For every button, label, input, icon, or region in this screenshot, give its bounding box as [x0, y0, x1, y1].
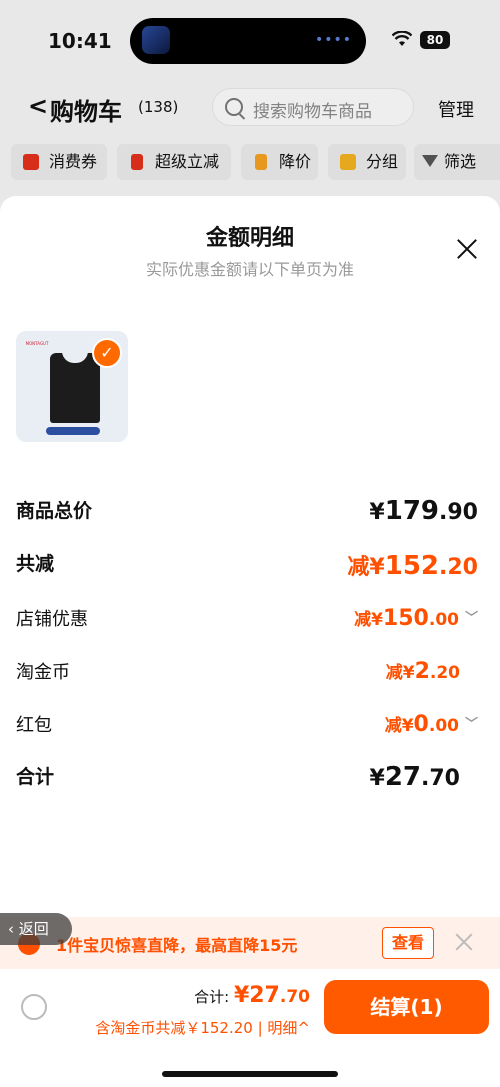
promo-view-button[interactable]: 查看	[382, 927, 434, 959]
row-total-reduce: 共减 减¥152.20	[16, 549, 478, 581]
back-button[interactable]: ‹ 返回	[0, 913, 72, 945]
close-icon[interactable]	[456, 238, 478, 260]
promo-text: 1件宝贝惊喜直降，最高直降15元	[56, 936, 298, 955]
product-tag	[46, 427, 100, 435]
row-red-packet[interactable]: 红包 减¥0.00 ﹀	[16, 711, 478, 743]
chevron-down-icon: ﹀	[464, 717, 478, 732]
checkout-bar: 合计: ¥27.70 含淘金币共减￥152.20 | 明细^ 结算(1)	[0, 969, 500, 1087]
brand-logo: MONTAGUT	[25, 341, 49, 346]
row-sum: 合计 ¥27.70	[16, 762, 478, 794]
row-goods-total: 商品总价 ¥179.90	[16, 496, 478, 528]
total-amount: ¥27.70	[233, 983, 310, 1008]
chevron-up-icon: ^	[297, 1019, 310, 1037]
total-line: 合计: ¥27.70	[194, 983, 310, 1008]
row-label: 共减	[16, 553, 55, 575]
promo-close-icon[interactable]	[455, 933, 473, 951]
row-taojinbi: 淘金币 减¥2.20	[16, 658, 478, 690]
row-value: ¥27.70	[369, 762, 460, 792]
sheet-subtitle: 实际优惠金额请以下单页为准	[145, 260, 354, 279]
total-label: 合计:	[194, 988, 230, 1006]
row-label: 合计	[16, 766, 55, 788]
checkout-button[interactable]: 结算(1)	[324, 980, 489, 1034]
select-all-radio[interactable]	[21, 994, 47, 1020]
row-shop-discount[interactable]: 店铺优惠 减¥150.00 ﹀	[16, 605, 478, 637]
discount-detail-link[interactable]: 含淘金币共减￥152.20 | 明细^	[95, 1017, 310, 1038]
home-indicator	[162, 1071, 338, 1077]
chevron-down-icon: ﹀	[464, 611, 478, 626]
sheet-title: 金额明细	[205, 226, 294, 251]
row-label: 店铺优惠	[16, 609, 88, 630]
row-value: 减¥152.20	[347, 551, 478, 581]
row-value: 减¥2.20	[385, 659, 460, 684]
back-chevron-icon: ‹	[8, 920, 19, 938]
row-value: 减¥0.00 ﹀	[384, 712, 478, 737]
selected-check-icon: ✓	[92, 338, 122, 368]
vest-image	[50, 351, 100, 423]
row-label: 红包	[16, 715, 52, 736]
promo-bar: 1件宝贝惊喜直降，最高直降15元 查看	[0, 917, 500, 969]
row-value: ¥179.90	[369, 496, 478, 526]
row-value: 减¥150.00 ﹀	[354, 606, 478, 631]
row-label: 淘金币	[16, 662, 70, 683]
row-label: 商品总价	[16, 500, 93, 522]
